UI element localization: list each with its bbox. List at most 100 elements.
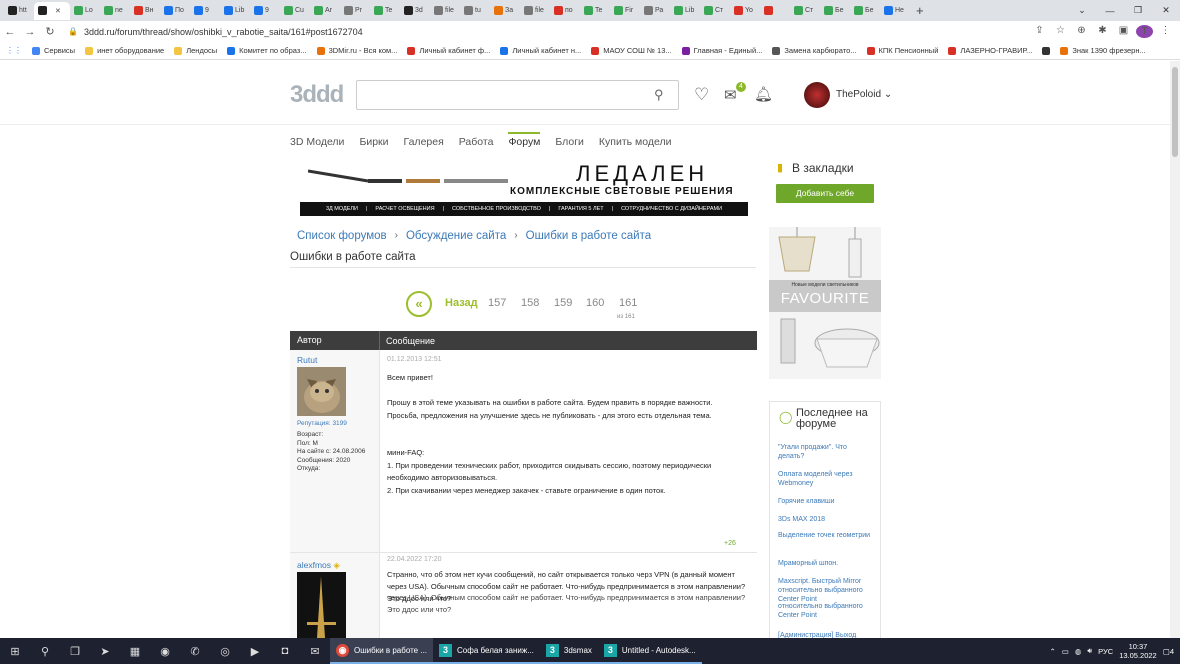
pagination-back[interactable]: Назад	[445, 297, 478, 309]
browser-tab[interactable]: Te	[370, 2, 400, 20]
browser-tab[interactable]: Ст	[700, 2, 730, 20]
app-icon[interactable]: ◎	[210, 645, 240, 658]
browser-tab[interactable]: По	[160, 2, 190, 20]
task-view-icon[interactable]: ❐	[60, 645, 90, 658]
bookmark-item[interactable]: Комитет по образ...	[227, 46, 307, 55]
whatsapp-icon[interactable]: ✆	[180, 645, 210, 658]
browser-tab[interactable]: по	[550, 2, 580, 20]
browser-tab[interactable]: Cu	[280, 2, 310, 20]
chrome-icon[interactable]: ◉	[150, 645, 180, 658]
heart-icon[interactable]: ♡	[694, 85, 709, 105]
user-avatar[interactable]	[804, 82, 830, 108]
globe-icon[interactable]: ⊕	[1073, 25, 1090, 38]
browser-tab[interactable]: ne	[100, 2, 130, 20]
browser-tab[interactable]: Te	[580, 2, 610, 20]
browser-tab[interactable]: Fir	[610, 2, 640, 20]
latest-item[interactable]: [Администрация] Выход	[778, 631, 873, 638]
post-author[interactable]: Rutut	[297, 355, 317, 365]
browser-tab[interactable]: Бе	[850, 2, 880, 20]
sidebar-icon[interactable]: ▣	[1115, 25, 1132, 38]
browser-tab[interactable]: За	[490, 2, 520, 20]
app-icon[interactable]: ◘	[270, 645, 300, 657]
latest-item[interactable]: относительно выбранного Center Point	[778, 602, 873, 620]
site-logo[interactable]: 3ddd	[290, 81, 344, 109]
browser-tab[interactable]: 3d	[400, 2, 430, 20]
browser-tab[interactable]: Не	[880, 2, 910, 20]
browser-tab[interactable]: htt	[4, 2, 34, 20]
browser-tab[interactable]: Pr	[340, 2, 370, 20]
language-indicator[interactable]: РУС	[1098, 647, 1113, 656]
user-menu[interactable]: ThePoloid ⌄	[836, 89, 892, 100]
profile-avatar[interactable]: T	[1136, 25, 1153, 38]
pagination-page[interactable]: 160	[586, 297, 604, 309]
network-icon[interactable]: ◍	[1075, 647, 1082, 656]
extensions-icon[interactable]: ✱	[1094, 25, 1111, 38]
star-icon[interactable]: ☆	[1052, 25, 1069, 38]
close-window-button[interactable]: ✕	[1152, 5, 1180, 16]
breadcrumb-link[interactable]: Обсуждение сайта	[406, 230, 506, 242]
nav-item[interactable]: Галерея	[404, 134, 444, 148]
post-votes[interactable]: +26	[724, 540, 736, 547]
nav-item[interactable]: Работа	[459, 134, 494, 148]
bookmark-item[interactable]: инет оборудование	[85, 46, 164, 55]
telegram-icon[interactable]: ➤	[90, 645, 120, 658]
share-icon[interactable]: ⇪	[1031, 25, 1048, 38]
menu-icon[interactable]: ⋮	[1157, 25, 1174, 38]
volume-icon[interactable]: 🔊︎	[1087, 646, 1092, 656]
bookmark-item[interactable]: Лендосы	[174, 46, 217, 55]
windows-start-icon[interactable]: ⊞	[0, 645, 30, 658]
scrollbar[interactable]	[1170, 61, 1180, 638]
bookmark-item[interactable]: Знак 1390 фрезерн...	[1060, 46, 1146, 55]
latest-item[interactable]: Мраморный шпон.	[778, 559, 873, 568]
bookmark-item[interactable]: Главная - Единый...	[681, 46, 762, 55]
latest-item[interactable]: 3Ds MAX 2018	[778, 515, 873, 524]
nav-item[interactable]: Бирки	[359, 134, 388, 148]
pagination-page[interactable]: 159	[554, 297, 572, 309]
latest-item[interactable]: "Угали продажи". Что делать?	[778, 443, 873, 461]
bookmark-item[interactable]	[1042, 46, 1051, 55]
browser-tab[interactable]: Вн	[130, 2, 160, 20]
new-tab-button[interactable]: +	[916, 3, 930, 18]
latest-item[interactable]: Maxscript. Быстрый Mirror относительно в…	[778, 577, 873, 604]
latest-item[interactable]: Горячие клавиши	[778, 497, 873, 506]
url-field[interactable]: 🔒 3ddd.ru/forum/thread/show/oshibki_v_ra…	[68, 23, 1031, 40]
apps-icon[interactable]: ⋮⋮	[6, 46, 22, 55]
browser-tab[interactable]: Yo	[730, 2, 760, 20]
bookmark-item[interactable]: МАОУ СОШ № 13...	[591, 46, 672, 55]
browser-tab[interactable]: 9	[250, 2, 280, 20]
taskbar-app[interactable]: 3 Untitled - Autodesk...	[597, 638, 702, 664]
nav-item[interactable]: Блоги	[555, 134, 584, 148]
back-button[interactable]: ←	[0, 26, 20, 38]
scrollbar-thumb[interactable]	[1172, 67, 1178, 157]
post-author[interactable]: alexfmos ◈	[297, 560, 340, 571]
chevron-down-icon[interactable]: ⌄	[1068, 5, 1096, 16]
browser-tab[interactable]: Ра	[640, 2, 670, 20]
bookmark-item[interactable]: Личный кабинет ф...	[407, 46, 490, 55]
bookmark-item[interactable]: Замена карбюрато...	[772, 46, 857, 55]
bookmark-item[interactable]: Сервисы	[32, 46, 75, 55]
search-icon[interactable]: ⚲	[654, 87, 664, 103]
browser-tab[interactable]: Ar	[310, 2, 340, 20]
mail-icon[interactable]: ✉	[724, 86, 737, 104]
battery-icon[interactable]: ▭	[1062, 647, 1069, 656]
browser-tab[interactable]: file	[430, 2, 460, 20]
search-input[interactable]	[356, 80, 679, 110]
browser-tab[interactable]: 9	[190, 2, 220, 20]
minimize-button[interactable]: —	[1096, 6, 1124, 16]
maximize-button[interactable]: ❐	[1124, 5, 1152, 16]
author-avatar-tower[interactable]	[297, 572, 346, 638]
author-avatar-cat[interactable]	[297, 367, 346, 416]
browser-tab[interactable]: file	[520, 2, 550, 20]
bookmark-item[interactable]: КПК Пенсионный	[866, 46, 938, 55]
browser-tab[interactable]: Lib	[220, 2, 250, 20]
clock[interactable]: 10:37 13.05.2022	[1119, 642, 1157, 660]
pagination-page[interactable]: 158	[521, 297, 539, 309]
close-icon[interactable]: ✕	[55, 7, 61, 15]
search-icon[interactable]: ⚲	[30, 645, 60, 658]
latest-item[interactable]: Выделение точек геометрии	[778, 531, 873, 540]
ad-banner-ledalen[interactable]: ЛЕДАЛЕН КОМПЛЕКСНЫЕ СВЕТОВЫЕ РЕШЕНИЯ 3Д …	[300, 161, 748, 217]
bookmark-item[interactable]: 3DMir.ru - Вся ком...	[316, 46, 397, 55]
ad-favourite[interactable]: Новые модели светильников FAVOURITE	[769, 227, 881, 379]
bookmark-item[interactable]: ЛАЗЕРНО-ГРАВИР...	[948, 46, 1032, 55]
notifications-icon[interactable]: ▢4	[1163, 647, 1174, 656]
